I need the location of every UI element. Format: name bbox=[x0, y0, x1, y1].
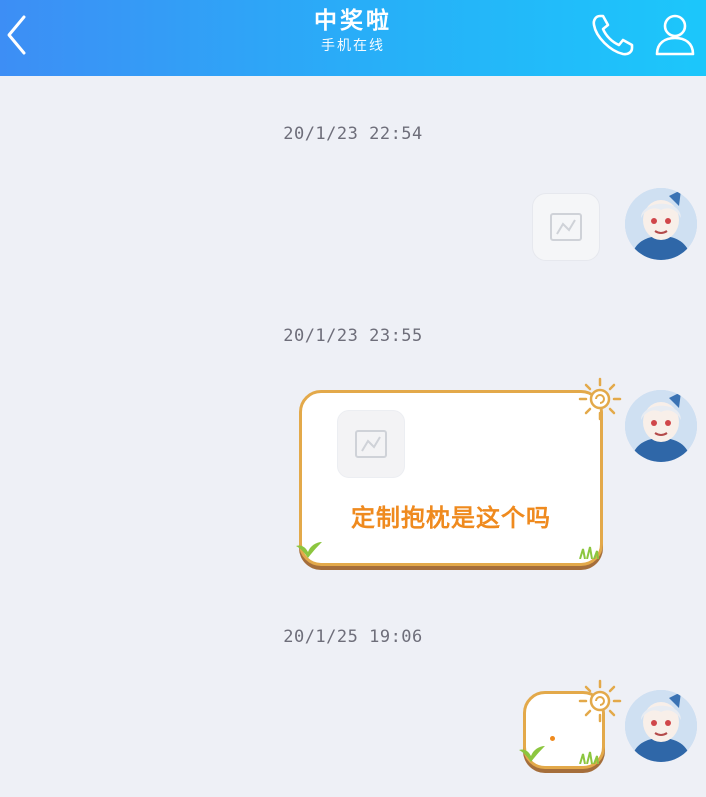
sprout-icon bbox=[519, 746, 545, 762]
avatar[interactable] bbox=[625, 390, 697, 462]
avatar-image bbox=[625, 188, 697, 260]
image-attachment[interactable] bbox=[337, 410, 405, 478]
image-placeholder-icon bbox=[550, 213, 582, 241]
call-button[interactable] bbox=[588, 10, 638, 60]
grass-icon bbox=[579, 546, 599, 559]
avatar[interactable] bbox=[625, 690, 697, 762]
chat-title: 中奖啦 bbox=[314, 8, 392, 34]
avatar-image bbox=[625, 690, 697, 762]
sprout-icon bbox=[296, 542, 322, 558]
chevron-left-icon bbox=[7, 15, 26, 55]
person-icon bbox=[655, 14, 695, 56]
profile-button[interactable] bbox=[650, 10, 700, 60]
message-content-dot bbox=[550, 736, 555, 741]
message-bubble[interactable]: 定制抱枕是这个吗 bbox=[296, 390, 603, 566]
title-block: 中奖啦 手机在线 bbox=[203, 6, 503, 55]
image-placeholder-icon bbox=[355, 430, 387, 458]
phone-icon bbox=[592, 14, 634, 56]
message-timestamp: 20/1/23 23:55 bbox=[283, 326, 423, 346]
sun-icon bbox=[578, 679, 622, 723]
grass-icon bbox=[579, 751, 599, 764]
sun-icon bbox=[578, 377, 622, 421]
back-button[interactable] bbox=[0, 10, 36, 60]
avatar[interactable] bbox=[625, 188, 697, 260]
message-timestamp: 20/1/25 19:06 bbox=[283, 627, 423, 647]
image-message[interactable] bbox=[532, 193, 600, 261]
message-timestamp: 20/1/23 22:54 bbox=[283, 124, 423, 144]
message-text: 定制抱枕是这个吗 bbox=[351, 504, 551, 532]
chat-header: 中奖啦 手机在线 bbox=[0, 0, 706, 76]
online-status: 手机在线 bbox=[321, 38, 385, 54]
avatar-image bbox=[625, 390, 697, 462]
